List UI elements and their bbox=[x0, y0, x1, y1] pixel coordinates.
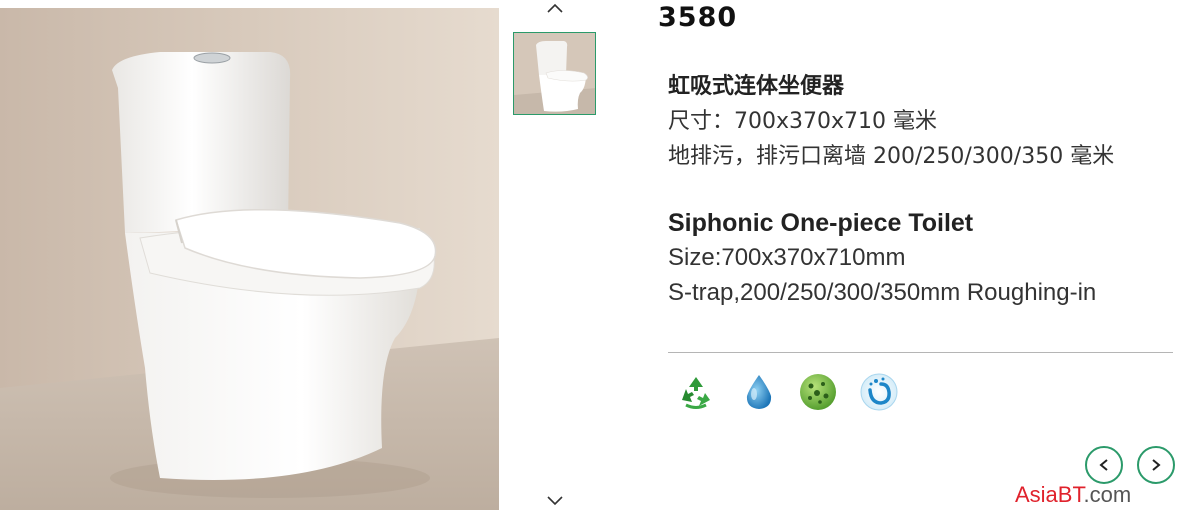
site-watermark: AsiaBT.com bbox=[1015, 482, 1131, 508]
antibacterial-icon bbox=[798, 372, 838, 412]
water-drop-icon bbox=[739, 372, 779, 412]
product-model-number: 3580 bbox=[658, 2, 738, 33]
thumbnail-scroll-down-button[interactable] bbox=[540, 494, 570, 514]
product-size-chinese: 尺寸：700x370x710 毫米 bbox=[668, 109, 938, 134]
watermark-suffix: .com bbox=[1083, 482, 1132, 507]
chevron-right-icon bbox=[1152, 459, 1161, 471]
chevron-down-icon bbox=[547, 496, 563, 506]
section-divider bbox=[668, 352, 1173, 353]
product-title-english: Siphonic One-piece Toilet bbox=[668, 209, 974, 237]
toilet-thumbnail-image bbox=[514, 33, 595, 114]
next-product-button[interactable] bbox=[1137, 446, 1175, 484]
product-size-english: Size:700x370x710mm bbox=[668, 244, 906, 271]
thumbnail-item-selected[interactable] bbox=[513, 32, 596, 115]
product-drain-english: S-trap,200/250/300/350mm Roughing-in bbox=[668, 279, 1097, 306]
previous-product-button[interactable] bbox=[1085, 446, 1123, 484]
recycle-icon bbox=[676, 372, 716, 412]
watermark-brand: AsiaBT bbox=[1015, 482, 1084, 507]
chevron-left-icon bbox=[1099, 459, 1108, 471]
product-drain-chinese: 地排污，排污口离墙 200/250/300/350 毫米 bbox=[668, 144, 1115, 169]
toilet-photo-illustration bbox=[0, 8, 499, 510]
water-swirl-icon bbox=[859, 372, 899, 412]
chevron-up-icon bbox=[547, 3, 563, 13]
thumbnail-scroll-up-button[interactable] bbox=[540, 2, 570, 22]
product-title-chinese: 虹吸式连体坐便器 bbox=[668, 74, 845, 99]
main-product-image bbox=[0, 8, 499, 510]
